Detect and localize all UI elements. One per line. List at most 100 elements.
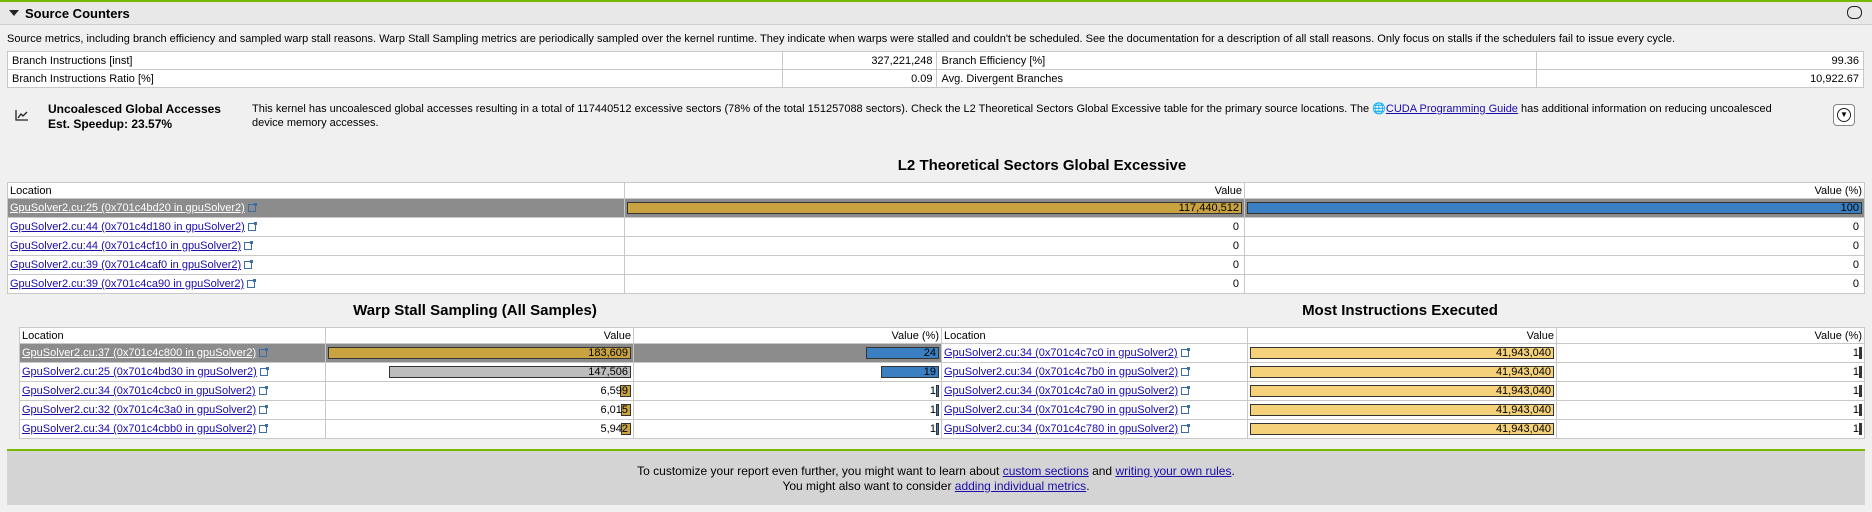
table-row[interactable]: GpuSolver2.cu:39 (0x701c4ca90 in gpuSolv…	[7, 274, 1865, 294]
source-location-link[interactable]: GpuSolver2.cu:34 (0x701c4cbb0 in gpuSolv…	[22, 423, 256, 435]
header-location[interactable]: Location	[941, 327, 1248, 344]
external-link-icon[interactable]	[244, 260, 254, 270]
external-link-icon[interactable]	[1180, 348, 1190, 358]
table-row[interactable]: GpuSolver2.cu:39 (0x701c4caf0 in gpuSolv…	[7, 255, 1865, 275]
source-location-link[interactable]: GpuSolver2.cu:34 (0x701c4c7b0 in gpuSolv…	[944, 366, 1178, 378]
external-link-icon[interactable]	[244, 241, 254, 251]
source-location-link[interactable]: GpuSolver2.cu:25 (0x701c4bd20 in gpuSolv…	[10, 202, 245, 214]
header-value[interactable]: Value	[624, 182, 1245, 199]
table-row[interactable]: GpuSolver2.cu:34 (0x701c4c7c0 in gpuSolv…	[941, 343, 1865, 363]
source-location-link[interactable]: GpuSolver2.cu:34 (0x701c4cbc0 in gpuSolv…	[22, 385, 256, 397]
location-cell[interactable]: GpuSolver2.cu:25 (0x701c4bd30 in gpuSolv…	[19, 362, 326, 382]
location-cell[interactable]: GpuSolver2.cu:39 (0x701c4caf0 in gpuSolv…	[7, 255, 625, 275]
location-cell[interactable]: GpuSolver2.cu:34 (0x701c4c790 in gpuSolv…	[941, 400, 1248, 420]
location-cell[interactable]: GpuSolver2.cu:34 (0x701c4cbc0 in gpuSolv…	[19, 381, 326, 401]
table-row[interactable]: GpuSolver2.cu:34 (0x701c4cbb0 in gpuSolv…	[19, 419, 942, 439]
header-value[interactable]: Value	[1247, 327, 1557, 344]
external-link-icon[interactable]	[1181, 405, 1191, 415]
table-row[interactable]: GpuSolver2.cu:44 (0x701c4cf10 in gpuSolv…	[7, 236, 1865, 256]
value-bar: 183,609	[328, 346, 631, 360]
expand-button[interactable]: ▼	[1833, 104, 1855, 126]
external-link-icon[interactable]	[259, 405, 269, 415]
value-bar: 6,015	[328, 403, 631, 417]
value-text: 41,943,040	[1495, 384, 1551, 397]
external-link-icon[interactable]	[247, 203, 257, 213]
collapse-triangle-icon[interactable]	[9, 10, 19, 16]
table-row[interactable]: GpuSolver2.cu:34 (0x701c4c780 in gpuSolv…	[941, 419, 1865, 439]
percent-cell: 1	[1556, 381, 1865, 401]
location-cell[interactable]: GpuSolver2.cu:39 (0x701c4ca90 in gpuSolv…	[7, 274, 625, 294]
footer-text: To customize your report even further, y…	[637, 464, 1003, 478]
location-cell[interactable]: GpuSolver2.cu:37 (0x701c4c800 in gpuSolv…	[19, 343, 326, 363]
external-link-icon[interactable]	[259, 424, 269, 434]
value-bar: 0	[627, 259, 1242, 272]
header-value[interactable]: Value	[325, 327, 634, 344]
section-header[interactable]: Source Counters	[0, 0, 1872, 25]
location-cell[interactable]: GpuSolver2.cu:34 (0x701c4c7c0 in gpuSolv…	[941, 343, 1248, 363]
source-location-link[interactable]: GpuSolver2.cu:39 (0x701c4caf0 in gpuSolv…	[10, 259, 241, 271]
bar-fill	[1247, 201, 1862, 214]
source-location-link[interactable]: GpuSolver2.cu:34 (0x701c4c790 in gpuSolv…	[944, 404, 1178, 416]
source-location-link[interactable]: GpuSolver2.cu:25 (0x701c4bd30 in gpuSolv…	[22, 366, 257, 378]
footer-text: .	[1086, 479, 1090, 493]
location-cell[interactable]: GpuSolver2.cu:34 (0x701c4c7a0 in gpuSolv…	[941, 381, 1248, 401]
percent-bar: 1	[1559, 403, 1862, 417]
table-row[interactable]: GpuSolver2.cu:34 (0x701c4c7b0 in gpuSolv…	[941, 362, 1865, 382]
source-location-link[interactable]: GpuSolver2.cu:39 (0x701c4ca90 in gpuSolv…	[10, 278, 244, 290]
value-cell: 6,015	[325, 400, 634, 420]
footer-text: and	[1088, 464, 1116, 478]
table-row[interactable]: GpuSolver2.cu:34 (0x701c4cbc0 in gpuSolv…	[19, 381, 942, 401]
location-cell[interactable]: GpuSolver2.cu:32 (0x701c4c3a0 in gpuSolv…	[19, 400, 326, 420]
location-cell[interactable]: GpuSolver2.cu:44 (0x701c4cf10 in gpuSolv…	[7, 236, 625, 256]
instructions-table: Location Value Value (%) GpuSolver2.cu:3…	[941, 327, 1865, 439]
percent-text: 0	[1852, 258, 1859, 271]
external-link-icon[interactable]	[247, 279, 257, 289]
source-location-link[interactable]: GpuSolver2.cu:32 (0x701c4c3a0 in gpuSolv…	[22, 404, 256, 416]
metric-value: 327,221,248	[781, 51, 938, 70]
metric-value: 99.36	[1536, 51, 1864, 70]
table-row[interactable]: GpuSolver2.cu:32 (0x701c4c3a0 in gpuSolv…	[19, 400, 942, 420]
section-title: Source Counters	[25, 5, 130, 21]
location-cell[interactable]: GpuSolver2.cu:25 (0x701c4bd20 in gpuSolv…	[7, 198, 625, 218]
table-row[interactable]: GpuSolver2.cu:44 (0x701c4d180 in gpuSolv…	[7, 217, 1865, 237]
location-cell[interactable]: GpuSolver2.cu:34 (0x701c4c780 in gpuSolv…	[941, 419, 1248, 439]
source-location-link[interactable]: GpuSolver2.cu:34 (0x701c4c7c0 in gpuSolv…	[944, 347, 1178, 359]
external-link-icon[interactable]	[1181, 386, 1191, 396]
external-link-icon[interactable]	[258, 386, 268, 396]
custom-sections-link[interactable]: custom sections	[1003, 464, 1089, 478]
table-row[interactable]: GpuSolver2.cu:37 (0x701c4c800 in gpuSolv…	[19, 343, 942, 363]
table-row[interactable]: GpuSolver2.cu:34 (0x701c4c7a0 in gpuSolv…	[941, 381, 1865, 401]
location-cell[interactable]: GpuSolver2.cu:44 (0x701c4d180 in gpuSolv…	[7, 217, 625, 237]
header-location[interactable]: Location	[19, 327, 326, 344]
header-location[interactable]: Location	[7, 182, 625, 199]
source-location-link[interactable]: GpuSolver2.cu:34 (0x701c4c7a0 in gpuSolv…	[944, 385, 1178, 397]
table-row[interactable]: GpuSolver2.cu:25 (0x701c4bd30 in gpuSolv…	[19, 362, 942, 382]
footer-line-2: You might also want to consider adding i…	[7, 479, 1865, 494]
value-text: 6,015	[600, 403, 628, 416]
external-link-icon[interactable]	[247, 222, 257, 232]
header-pct[interactable]: Value (%)	[1556, 327, 1865, 344]
external-link-icon[interactable]	[1181, 424, 1191, 434]
external-link-icon[interactable]	[259, 348, 269, 358]
location-cell[interactable]: GpuSolver2.cu:34 (0x701c4c7b0 in gpuSolv…	[941, 362, 1248, 382]
table-row[interactable]: GpuSolver2.cu:34 (0x701c4c790 in gpuSolv…	[941, 400, 1865, 420]
source-location-link[interactable]: GpuSolver2.cu:44 (0x701c4cf10 in gpuSolv…	[10, 240, 241, 252]
own-rules-link[interactable]: writing your own rules	[1115, 464, 1231, 478]
table-row[interactable]: GpuSolver2.cu:25 (0x701c4bd20 in gpuSolv…	[7, 198, 1865, 218]
header-pct[interactable]: Value (%)	[1244, 182, 1865, 199]
source-location-link[interactable]: GpuSolver2.cu:44 (0x701c4d180 in gpuSolv…	[10, 221, 245, 233]
metric-name: Avg. Divergent Branches	[936, 69, 1538, 88]
value-text: 0	[1232, 220, 1239, 233]
header-pct[interactable]: Value (%)	[633, 327, 942, 344]
percent-cell: 1	[1556, 419, 1865, 439]
external-link-icon[interactable]	[1181, 367, 1191, 377]
percent-text: 1	[929, 422, 936, 435]
cuda-guide-link[interactable]: CUDA Programming Guide	[1386, 103, 1518, 115]
value-text: 41,943,040	[1495, 365, 1551, 378]
source-location-link[interactable]: GpuSolver2.cu:34 (0x701c4c780 in gpuSolv…	[944, 423, 1178, 435]
individual-metrics-link[interactable]: adding individual metrics	[955, 479, 1086, 493]
location-cell[interactable]: GpuSolver2.cu:34 (0x701c4cbb0 in gpuSolv…	[19, 419, 326, 439]
comment-icon[interactable]	[1847, 6, 1862, 19]
source-location-link[interactable]: GpuSolver2.cu:37 (0x701c4c800 in gpuSolv…	[22, 347, 256, 359]
external-link-icon[interactable]	[259, 367, 269, 377]
